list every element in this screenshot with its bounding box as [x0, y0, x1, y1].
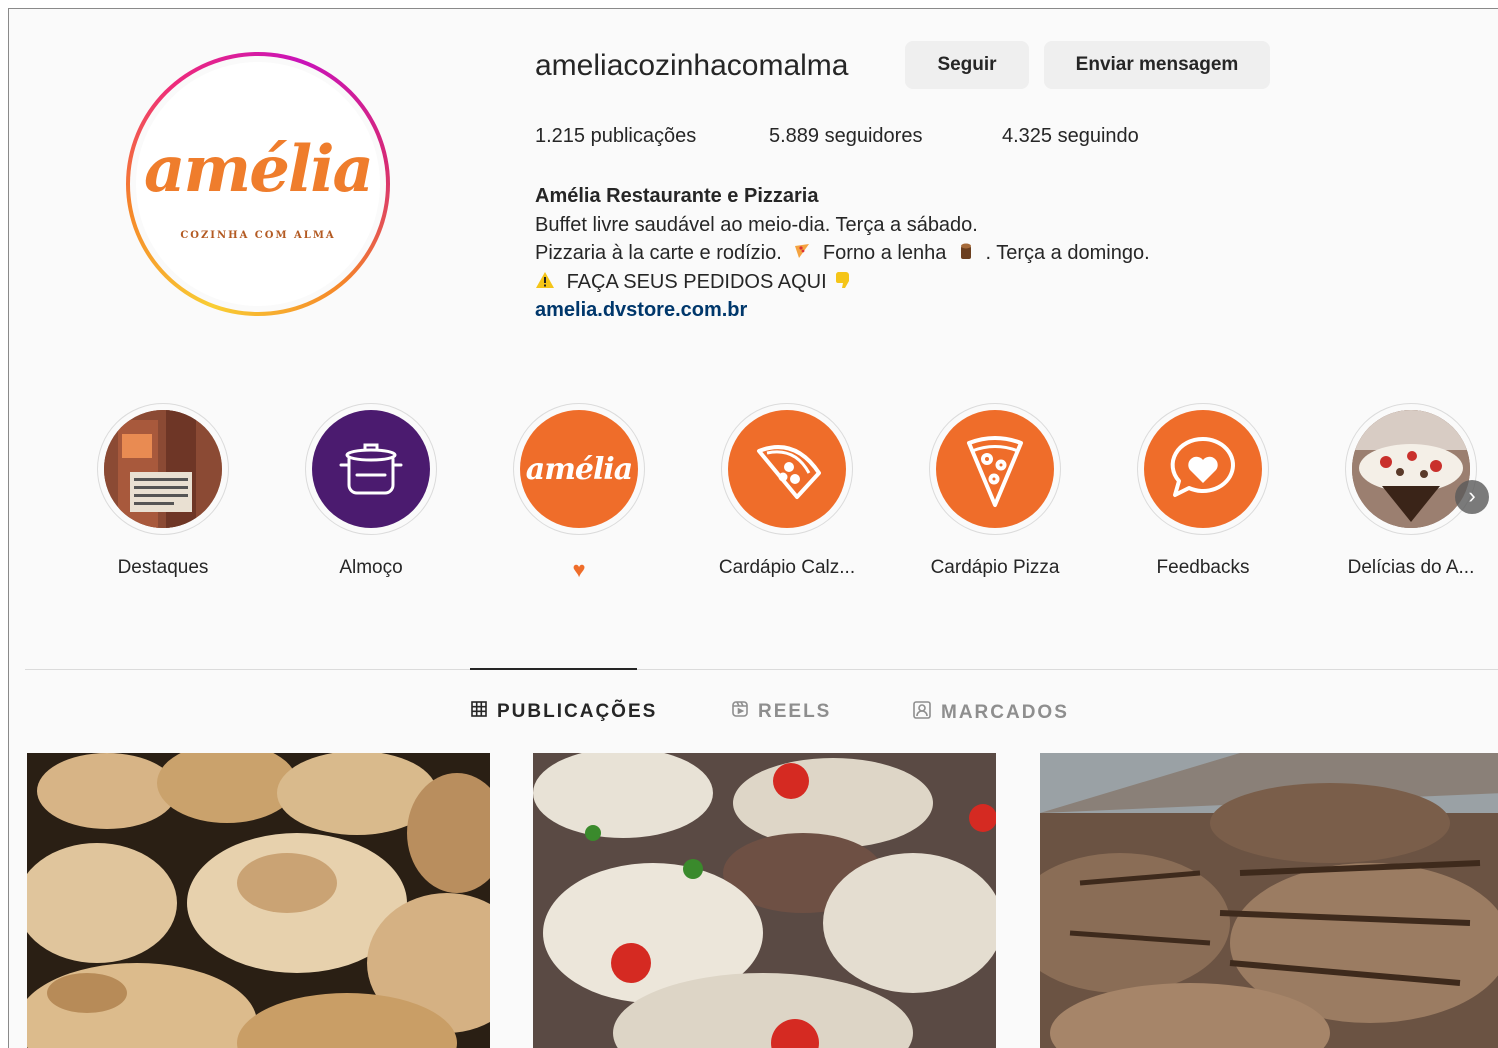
calzone-icon: [728, 410, 846, 528]
pizza-slice-icon: [936, 410, 1054, 528]
pointing-down-emoji-icon: [834, 270, 852, 295]
post-stuffed-potatoes[interactable]: [27, 753, 490, 1048]
warning-emoji-icon: [535, 271, 555, 294]
tab-label: MARCADOS: [941, 702, 1069, 723]
dessert-photo: [1352, 410, 1470, 528]
profile-username: ameliacozinhacomalma: [535, 49, 849, 82]
highlight-feedbacks[interactable]: Feedbacks: [1123, 403, 1283, 579]
heart-speech-bubble-icon: [1144, 410, 1262, 528]
wood-log-emoji-icon: [958, 242, 974, 265]
pizza-emoji-icon: [793, 242, 811, 265]
following-count[interactable]: 4.325 seguindo: [1002, 125, 1139, 148]
tab-publicacoes[interactable]: PUBLICAÇÕES: [471, 701, 657, 723]
profile-avatar[interactable]: amélia COZINHA COM ALMA: [126, 52, 390, 316]
post-stuffed-mushrooms[interactable]: [533, 753, 996, 1048]
send-message-button[interactable]: Enviar mensagem: [1044, 41, 1270, 89]
heart-icon: ♥: [572, 557, 586, 582]
tab-label: REELS: [758, 701, 832, 722]
bio-line-2-text-a: Pizzaria à la carte e rodízio.: [535, 242, 782, 264]
followers-count[interactable]: 5.889 seguidores: [769, 125, 922, 148]
highlight-logo-text: amélia: [525, 451, 633, 487]
follow-button[interactable]: Seguir: [905, 41, 1029, 89]
highlight-label: Almoço: [339, 557, 403, 578]
highlight-cardapio-pizza[interactable]: Cardápio Pizza: [915, 403, 1075, 579]
bio-line-3: FAÇA SEUS PEDIDOS AQUI: [535, 270, 858, 295]
posts-count[interactable]: 1.215 publicações: [535, 125, 696, 148]
reels-icon: [732, 701, 748, 723]
highlight-amelia-logo[interactable]: amélia ♥: [499, 403, 659, 583]
profile-page: amélia COZINHA COM ALMA ameliacozinhacom…: [8, 8, 1498, 1048]
post-grilled-meat[interactable]: [1040, 753, 1498, 1048]
active-tab-indicator: [470, 668, 637, 670]
tagged-icon: [913, 701, 931, 725]
logo-wordmark: amélia: [144, 132, 374, 207]
bio-line-1: Buffet livre saudável ao meio-dia. Terça…: [535, 214, 978, 236]
bio-line-2-text-c: . Terça a domingo.: [985, 242, 1150, 264]
bio-website-link[interactable]: amelia.dvstore.com.br: [535, 299, 747, 322]
bio-line-3-text: FAÇA SEUS PEDIDOS AQUI: [566, 270, 827, 293]
highlight-destaques[interactable]: Destaques: [83, 403, 243, 579]
amelia-logo-icon: amélia: [520, 410, 638, 528]
bio-line-2-text-b: Forno a lenha: [822, 242, 947, 264]
tabs-divider: [25, 669, 1498, 670]
cooking-pot-icon: [312, 410, 430, 528]
chevron-right-icon[interactable]: ›: [1455, 480, 1489, 514]
highlight-label: Cardápio Calz...: [718, 557, 856, 578]
avatar-logo: amélia COZINHA COM ALMA: [136, 62, 380, 306]
logo-tagline: COZINHA COM ALMA: [180, 230, 336, 241]
highlight-almoco[interactable]: Almoço: [291, 403, 451, 579]
highlight-label: Destaques: [117, 557, 209, 578]
bio-line-2: Pizzaria à la carte e rodízio. Forno a l…: [535, 242, 1150, 265]
highlight-cardapio-calzone[interactable]: Cardápio Calz...: [707, 403, 867, 579]
storefront-photo: [104, 410, 222, 528]
highlight-label: Delícias do A...: [1347, 557, 1475, 578]
tab-marcados[interactable]: MARCADOS: [913, 701, 1069, 725]
highlight-label: Cardápio Pizza: [930, 557, 1060, 578]
highlight-label: Feedbacks: [1156, 557, 1250, 578]
grid-icon: [471, 701, 487, 723]
bio-name: Amélia Restaurante e Pizzaria: [535, 185, 819, 207]
tab-label: PUBLICAÇÕES: [497, 701, 658, 722]
tab-reels[interactable]: REELS: [732, 701, 831, 723]
